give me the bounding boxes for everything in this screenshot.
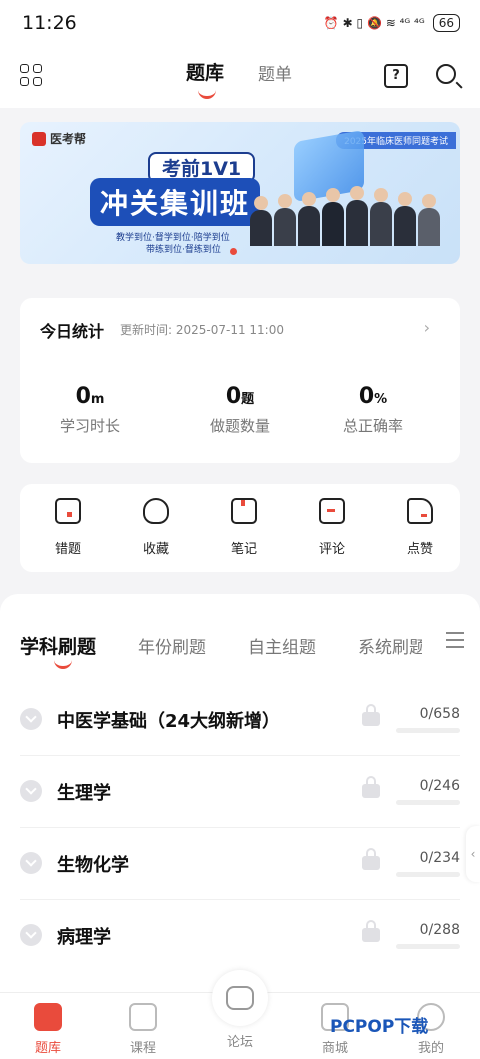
stats-title: 今日统计 [40,322,105,341]
menu-icon[interactable] [446,632,464,653]
action-comments[interactable]: 评论 [302,498,362,557]
brand-name: 医考帮 [50,132,87,146]
lock-icon [362,776,380,798]
nav-label: 论坛 [226,1035,253,1050]
banner-subtitle-2: 带练到位·督练到位 [146,245,221,255]
tab-question-bank[interactable]: 题库 [186,58,224,85]
stat-label: 学习时长 [59,417,120,435]
stat-value: 0题 [225,384,255,409]
subject-name: 生理学 [57,783,111,804]
stat-accuracy: 0% 总正确率 [313,384,433,436]
chevron-down-icon[interactable] [20,780,42,802]
subject-section: 学科刷题 年份刷题 自主组题 系统刷题 中医学基础（24大纲新增） 0/658 … [0,594,480,994]
tab-system-practice[interactable]: 系统刷题 [358,633,422,658]
quick-actions: 错题 收藏 笔记 评论 点赞 [20,484,460,572]
today-stats-card[interactable]: 今日统计 更新时间: 2025-07-11 11:00 › 0m 学习时长 0题… [20,298,460,463]
nav-label: 课程 [129,1041,156,1056]
question-bank-icon [34,1003,62,1031]
subject-tabs: 学科刷题 年份刷题 自主组题 系统刷题 [20,632,422,659]
action-likes[interactable]: 点赞 [390,498,450,557]
bookmark-icon [231,498,257,524]
tab-subject-practice[interactable]: 学科刷题 [20,632,96,659]
status-time: 11:26 [22,12,77,34]
nav-label: 商城 [321,1041,348,1056]
chevron-down-icon[interactable] [20,852,42,874]
course-icon [129,1003,157,1031]
heart-icon [143,498,169,524]
stat-study-time: 0m 学习时长 [30,384,150,436]
tab-question-list[interactable]: 题单 [258,60,292,85]
teacher-photos [250,186,440,246]
subject-row[interactable]: 生理学 0/246 [0,756,480,828]
lock-icon [362,704,380,726]
lock-icon [362,920,380,942]
action-favorites[interactable]: 收藏 [126,498,186,557]
tab-custom-practice[interactable]: 自主组题 [248,633,316,658]
action-label: 笔记 [230,542,257,557]
nav-forum[interactable]: 论坛 [205,1031,275,1050]
action-label: 点赞 [406,542,433,557]
stat-value: 0m [75,384,105,409]
subject-name: 中医学基础（24大纲新增） [57,711,281,732]
apps-grid-icon[interactable] [20,64,42,86]
chat-icon [226,986,254,1010]
progress-bar [396,944,460,949]
action-wrong-questions[interactable]: 错题 [38,498,98,557]
stats-update-time: 更新时间: 2025-07-11 11:00 [120,323,284,337]
action-label: 评论 [318,542,345,557]
action-label: 收藏 [142,542,169,557]
brand-logo-icon [32,131,46,146]
banner-title: 冲关集训班 [90,178,261,226]
top-header: 题库 题单 ? [0,50,480,108]
progress-bar [396,728,460,733]
promo-banner[interactable]: 医考帮 2025年临床医师同题考试 考前1V1 冲关集训班 教学到位·督学到位·… [20,122,460,264]
progress-bar [396,872,460,877]
subject-progress-count: 0/288 [419,922,460,938]
subject-row[interactable]: 生物化学 0/234 [0,828,480,900]
chevron-right-icon[interactable]: › [424,318,430,337]
carousel-dot [230,248,237,255]
stat-question-count: 0题 做题数量 [180,384,300,436]
stat-value: 0% [358,384,388,409]
chevron-down-icon[interactable] [20,708,42,730]
nav-label: 题库 [34,1041,61,1056]
subject-progress-count: 0/246 [419,778,460,794]
subject-row[interactable]: 病理学 0/288 [0,900,480,972]
watermark: PCPOP下载 [330,1017,429,1037]
subject-name: 生物化学 [57,855,129,876]
lock-icon [362,848,380,870]
status-icons-glyphs: ⏰ ✱ ▯ 🔕 ≋ ⁴ᴳ ⁴ᴳ [323,16,425,30]
subject-progress-count: 0/658 [419,706,460,722]
wrong-question-icon [55,498,81,524]
thumbs-up-icon [407,498,433,524]
subject-name: 病理学 [57,927,111,948]
subject-tab-indicator [54,660,72,669]
chevron-down-icon[interactable] [20,924,42,946]
search-icon[interactable] [436,64,456,84]
subject-row[interactable]: 中医学基础（24大纲新增） 0/658 [0,684,480,756]
nav-label: 我的 [417,1041,444,1056]
brand-logo: 医考帮 [32,130,86,147]
status-bar: 11:26 ⏰ ✱ ▯ 🔕 ≋ ⁴ᴳ ⁴ᴳ 66 [0,0,480,50]
side-drawer-handle[interactable]: ‹ [466,826,480,882]
forum-button[interactable] [212,970,268,1026]
action-label: 错题 [54,542,81,557]
stat-label: 做题数量 [209,417,270,435]
battery-icon: 66 [432,14,460,32]
nav-question-bank[interactable]: 题库 [13,1003,83,1056]
help-icon[interactable]: ? [384,64,408,88]
status-icons: ⏰ ✱ ▯ 🔕 ≋ ⁴ᴳ ⁴ᴳ 66 [324,14,460,32]
stat-label: 总正确率 [342,417,403,435]
action-notes[interactable]: 笔记 [214,498,274,557]
nav-courses[interactable]: 课程 [108,1003,178,1056]
tab-year-practice[interactable]: 年份刷题 [138,633,206,658]
active-tab-indicator [198,88,216,99]
comment-icon [319,498,345,524]
progress-bar [396,800,460,805]
subject-progress-count: 0/234 [419,850,460,866]
